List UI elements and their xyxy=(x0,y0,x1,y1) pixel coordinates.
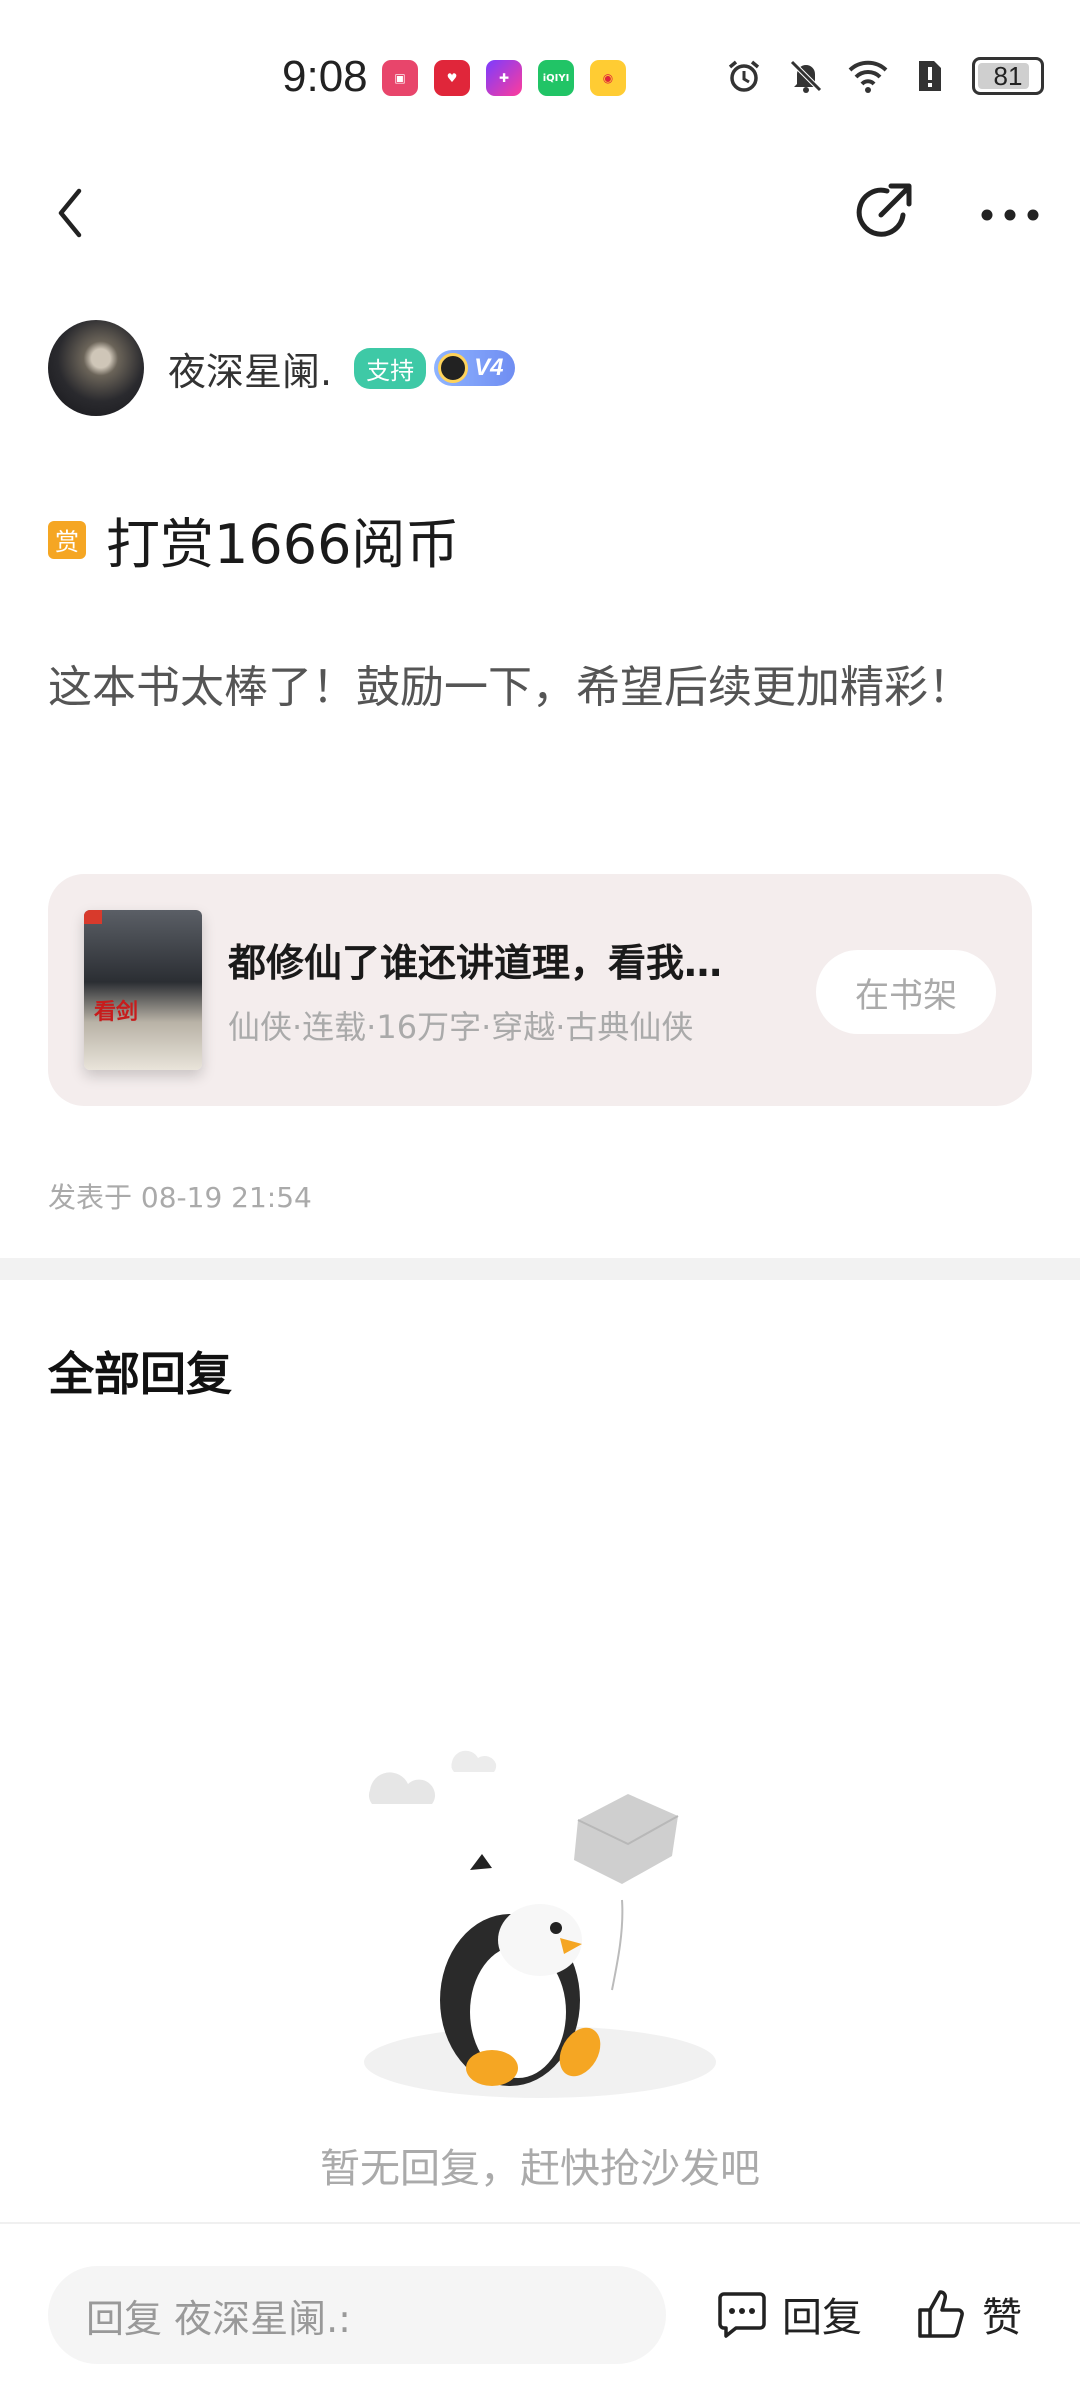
heart-app-icon: ♥ xyxy=(434,60,470,96)
reply-button[interactable]: 回复 xyxy=(716,2274,862,2354)
wifi-icon xyxy=(848,56,888,96)
more-options-button[interactable] xyxy=(970,180,1050,250)
reply-label: 回复 xyxy=(782,2295,862,2341)
book-title[interactable]: 都修仙了谁还讲道理，看我一剑破万法 xyxy=(228,932,748,987)
section-divider xyxy=(0,1258,1080,1280)
book-cover[interactable]: 看剑 xyxy=(84,910,202,1070)
iqiyi-icon: iQIYI xyxy=(538,60,574,96)
cover-title: 看剑 xyxy=(94,1000,139,1025)
system-icons: 81 xyxy=(724,56,1044,96)
share-button[interactable] xyxy=(848,176,920,248)
empty-replies-text: 暂无回复，赶快抢沙发吧 xyxy=(320,2146,760,2192)
level-badge: V4 xyxy=(434,350,516,386)
chevron-left-icon xyxy=(58,188,82,238)
post-title-row: 赏 打赏1666阅币 xyxy=(48,500,459,579)
reply-input[interactable]: 回复 夜深星阑.: xyxy=(48,2266,666,2364)
book-card[interactable]: 看剑 都修仙了谁还讲道理，看我一剑破万法 仙侠·连载·16万字·穿越·古典仙侠 … xyxy=(48,874,1032,1106)
reward-icon: 赏 xyxy=(48,520,86,559)
paint-app-icon: ✚ xyxy=(486,60,522,96)
mute-icon xyxy=(786,56,826,96)
like-label: 赞 xyxy=(982,2295,1022,2341)
cover-tag xyxy=(84,910,102,924)
share-icon xyxy=(856,183,912,237)
replies-heading: 全部回复 xyxy=(48,1347,232,1401)
battery-indicator: 81 xyxy=(972,57,1044,95)
huawei-mall-icon: ▣ xyxy=(382,60,418,96)
back-button[interactable] xyxy=(40,178,100,248)
post-timestamp: 发表于 08-19 21:54 xyxy=(48,1181,312,1214)
top-nav-bar xyxy=(0,160,1080,270)
book-meta: 仙侠·连载·16万字·穿越·古典仙侠 xyxy=(228,1008,694,1046)
notification-icons: ▣ ♥ ✚ iQIYI ◉ xyxy=(382,60,626,96)
support-badge: 支持 xyxy=(354,347,427,389)
on-shelf-button[interactable]: 在书架 xyxy=(816,950,996,1034)
empty-penguin-illustration xyxy=(364,1750,716,2098)
post-body: 这本书太棒了！鼓励一下，希望后续更加精彩！ xyxy=(48,662,972,713)
alarm-icon xyxy=(724,56,764,96)
author-row[interactable]: 夜深星阑. 支持 V4 xyxy=(48,320,516,416)
status-time: 9:08 xyxy=(282,52,368,101)
weibo-icon: ◉ xyxy=(590,60,626,96)
status-bar: 9:08 ▣ ♥ ✚ iQIYI ◉ 81 xyxy=(0,0,1080,150)
bottom-action-bar: 回复 夜深星阑.: 回复 赞 xyxy=(0,2222,1080,2400)
avatar[interactable] xyxy=(48,320,144,416)
more-dots-icon xyxy=(981,209,1039,221)
thumbs-up-icon xyxy=(918,2290,964,2338)
post-title: 打赏1666阅币 xyxy=(106,513,460,576)
penguin-icon xyxy=(438,353,469,383)
like-button[interactable]: 赞 xyxy=(916,2274,1022,2354)
sim-alert-icon xyxy=(910,56,950,96)
battery-level: 81 xyxy=(993,60,1023,91)
comment-icon xyxy=(718,2292,766,2338)
level-text: V4 xyxy=(474,354,504,381)
author-name[interactable]: 夜深星阑. xyxy=(168,341,332,396)
